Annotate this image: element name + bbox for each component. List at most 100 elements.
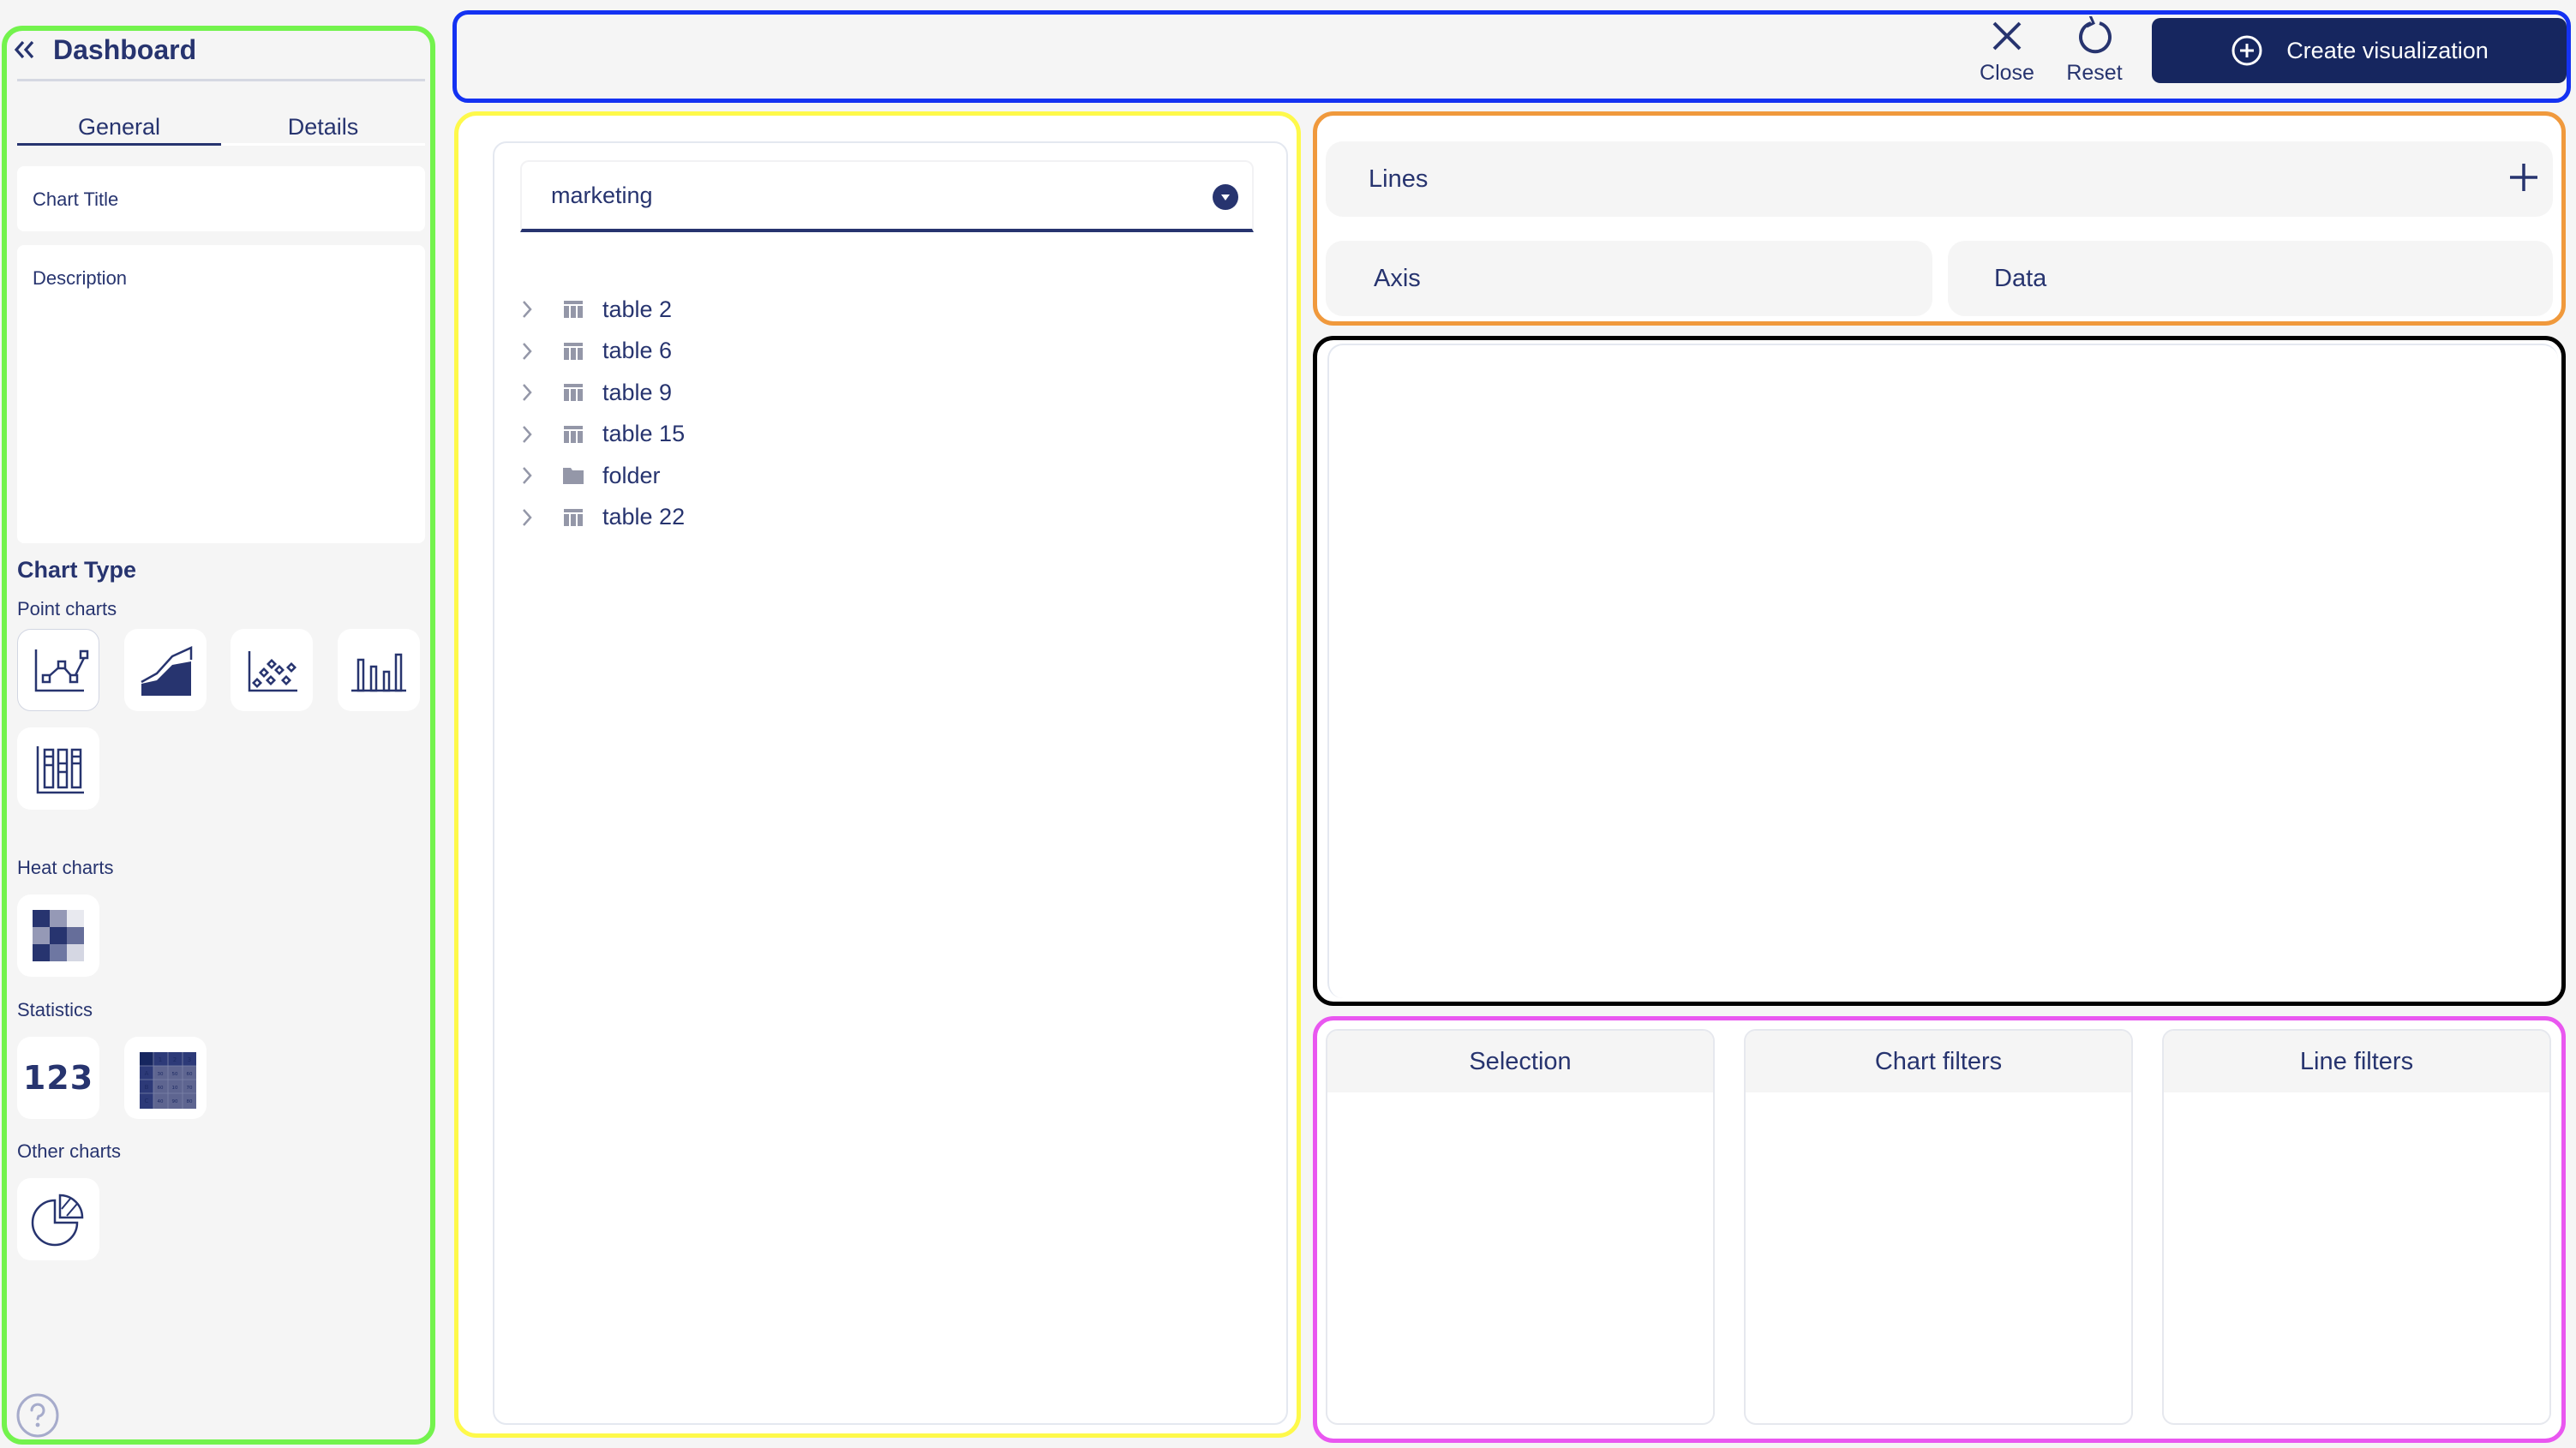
table-icon-cell: 10 bbox=[172, 1086, 178, 1091]
reset-icon bbox=[2079, 16, 2112, 54]
bar-chart-button[interactable] bbox=[338, 629, 420, 711]
lines-section[interactable]: Lines bbox=[1326, 141, 2553, 217]
table-icon bbox=[564, 301, 583, 319]
table-icon-cell: 50 bbox=[172, 1072, 178, 1077]
selection-column: Selection bbox=[1326, 1029, 1715, 1425]
tree-item-label: table 6 bbox=[602, 338, 673, 364]
tree-item-table[interactable]: table 22 bbox=[517, 497, 685, 539]
statistics-label: Statistics bbox=[17, 999, 93, 1020]
chart-filters-column: Chart filters bbox=[1744, 1029, 2133, 1425]
data-source-select[interactable]: marketing bbox=[520, 160, 1254, 232]
tab-general[interactable]: General bbox=[17, 110, 221, 146]
area-chart-icon bbox=[141, 646, 193, 696]
other-charts-label: Other charts bbox=[17, 1140, 122, 1162]
plus-circle-icon bbox=[2232, 35, 2262, 66]
table-icon-row: A bbox=[145, 1070, 149, 1077]
tree-item-label: folder bbox=[602, 462, 661, 488]
filters-panel: Selection Chart filters Line filters bbox=[1313, 1016, 2566, 1443]
chart-config-panel: Lines Axis Data bbox=[1313, 111, 2566, 326]
dropdown-icon bbox=[1213, 184, 1238, 210]
heatmap-chart-button[interactable] bbox=[17, 895, 99, 977]
sidebar-panel: Dashboard General Details Chart Title De… bbox=[2, 26, 435, 1445]
pie-chart-button[interactable] bbox=[17, 1178, 99, 1260]
line-chart-button[interactable] bbox=[17, 629, 99, 711]
scatter-chart-icon bbox=[248, 651, 297, 692]
table-icon-col: 1 bbox=[159, 1056, 162, 1063]
data-label: Data bbox=[1994, 264, 2047, 292]
axis-section[interactable]: Axis bbox=[1326, 241, 1932, 316]
reset-button[interactable]: Reset bbox=[2056, 15, 2133, 93]
source-tree: table 2 table 6 table 9 table 15 folder table… bbox=[517, 289, 685, 538]
table-icon bbox=[564, 508, 583, 526]
table-icon-cell: 60 bbox=[158, 1086, 164, 1091]
table-icon-row: C bbox=[145, 1098, 149, 1104]
selection-header: Selection bbox=[1327, 1031, 1713, 1092]
description-input[interactable]: Description bbox=[17, 245, 425, 543]
chevron-right-icon[interactable] bbox=[517, 422, 537, 446]
table-icon-cell: 30 bbox=[158, 1072, 164, 1077]
chevron-right-icon[interactable] bbox=[517, 464, 537, 488]
tree-item-table[interactable]: table 6 bbox=[517, 331, 685, 373]
tree-item-label: table 22 bbox=[602, 504, 686, 530]
chart-title-placeholder: Chart Title bbox=[33, 188, 119, 210]
create-visualization-button[interactable]: Create visualization bbox=[2152, 18, 2567, 83]
table-icon bbox=[564, 425, 583, 443]
chart-title-input[interactable]: Chart Title bbox=[17, 166, 425, 231]
number-stat-button[interactable]: 123 bbox=[17, 1037, 99, 1119]
back-label: Dashboard bbox=[53, 33, 197, 65]
table-icon-col: 2 bbox=[173, 1056, 177, 1063]
question-circle-icon[interactable] bbox=[15, 1393, 60, 1438]
create-visualization-label: Create visualization bbox=[2286, 37, 2489, 63]
table-icon-cell: 40 bbox=[158, 1099, 164, 1104]
chart-type-heading: Chart Type bbox=[17, 557, 137, 583]
close-icon bbox=[1992, 21, 2022, 51]
table-icon-cell: 70 bbox=[187, 1086, 193, 1091]
chevron-right-icon[interactable] bbox=[517, 297, 537, 321]
table-icon bbox=[564, 384, 583, 402]
data-section[interactable]: Data bbox=[1948, 241, 2553, 316]
pie-chart-icon bbox=[31, 1194, 84, 1247]
sidebar-tabs: General Details bbox=[17, 110, 425, 146]
selected-source: marketing bbox=[551, 182, 653, 208]
chevron-right-icon[interactable] bbox=[517, 339, 537, 363]
chart-preview-panel bbox=[1313, 336, 2566, 1006]
lines-label: Lines bbox=[1369, 165, 1429, 193]
data-source-card: marketing table 2 table 6 table 9 table 15 f… bbox=[493, 141, 1288, 1425]
data-source-panel: marketing table 2 table 6 table 9 table 15 f… bbox=[454, 111, 1301, 1438]
stacked-bar-chart-button[interactable] bbox=[17, 727, 99, 810]
tree-item-label: table 9 bbox=[602, 379, 673, 405]
add-line-icon[interactable] bbox=[2507, 160, 2541, 194]
table-icon-cell: 80 bbox=[187, 1099, 193, 1104]
top-toolbar: Close Reset Create visualization bbox=[452, 10, 2571, 103]
table-icon bbox=[564, 342, 583, 360]
table-stat-button[interactable]: 1 2 3 A B C 30 50 60 60 10 70 40 90 80 bbox=[124, 1037, 207, 1119]
table-icon-row: B bbox=[145, 1084, 149, 1091]
line-filters-column: Line filters bbox=[2162, 1029, 2551, 1425]
area-chart-button[interactable] bbox=[124, 629, 207, 711]
close-button[interactable]: Close bbox=[1968, 15, 2046, 93]
chart-preview-area bbox=[1327, 344, 2558, 998]
line-chart-icon bbox=[34, 649, 89, 692]
axis-label: Axis bbox=[1374, 264, 1421, 292]
table-icon-cell: 60 bbox=[187, 1072, 193, 1077]
double-chevron-left-icon bbox=[14, 40, 34, 59]
reset-label: Reset bbox=[2066, 61, 2123, 85]
chart-filters-header: Chart filters bbox=[1746, 1031, 2131, 1092]
bar-chart-icon bbox=[351, 653, 406, 692]
heatmap-chart-icon bbox=[33, 910, 84, 961]
tab-details[interactable]: Details bbox=[221, 110, 425, 146]
chevron-right-icon[interactable] bbox=[517, 380, 537, 404]
stacked-bar-chart-icon bbox=[36, 746, 84, 794]
line-filters-header: Line filters bbox=[2164, 1031, 2549, 1092]
point-charts-label: Point charts bbox=[17, 598, 117, 619]
tree-item-label: table 2 bbox=[602, 296, 673, 322]
scatter-chart-button[interactable] bbox=[231, 629, 313, 711]
table-icon-col: 3 bbox=[188, 1056, 191, 1063]
tree-item-table[interactable]: table 9 bbox=[517, 372, 685, 414]
close-label: Close bbox=[1980, 61, 2034, 85]
tree-item-table[interactable]: table 2 bbox=[517, 289, 685, 331]
tree-item-folder[interactable]: folder bbox=[517, 455, 685, 497]
back-to-dashboard-link[interactable]: Dashboard bbox=[12, 31, 196, 69]
chevron-right-icon[interactable] bbox=[517, 506, 537, 530]
tree-item-table[interactable]: table 15 bbox=[517, 414, 685, 456]
